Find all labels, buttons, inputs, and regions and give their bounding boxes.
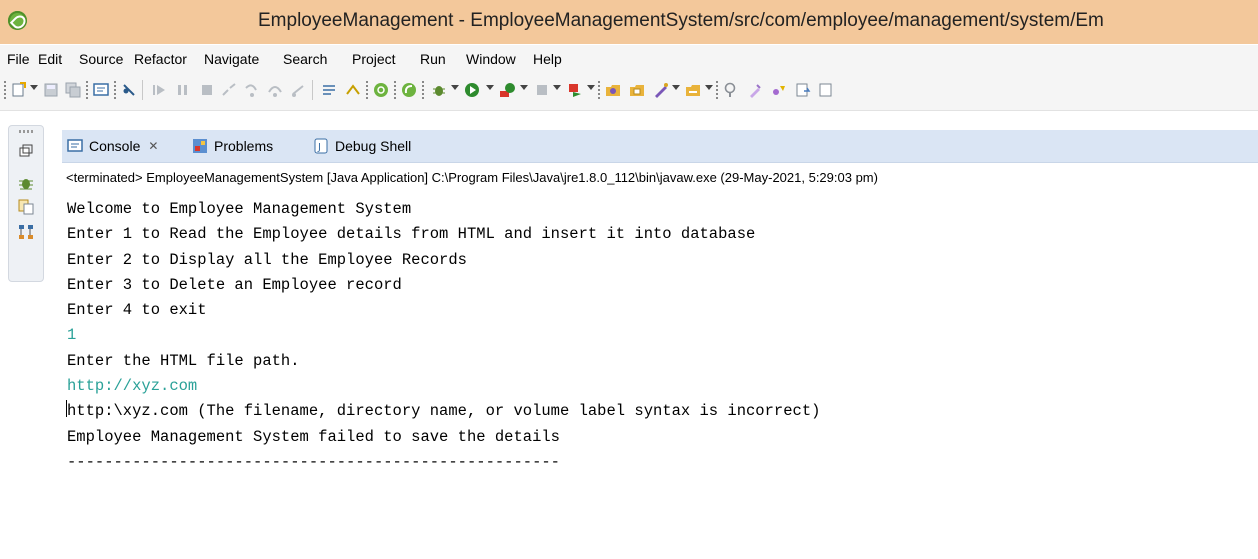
text-caret [66,400,67,417]
terminate-icon[interactable] [198,81,215,98]
step-return-icon[interactable] [289,81,306,98]
tab-problems[interactable]: Problems [192,136,273,156]
console-view: Console ✕ Problems J Debug Shell <termin… [62,130,1258,559]
problems-icon [192,138,208,154]
disconnect-icon[interactable] [220,81,237,98]
step-over-icon[interactable] [266,81,283,98]
tab-label: Debug Shell [335,138,412,154]
spring-tool-suite-icon[interactable] [8,11,27,30]
open-task-icon[interactable] [684,81,701,98]
hierarchy-icon[interactable] [17,223,35,241]
new-package-icon[interactable] [628,81,645,98]
stop-dropdown-icon[interactable] [553,85,561,90]
tab-console[interactable]: Console ✕ [67,136,158,156]
skip-breakpoints-icon[interactable] [120,81,137,98]
menu-search[interactable]: Search [283,51,327,67]
debug-dropdown-icon[interactable] [451,85,459,90]
save-all-icon[interactable] [64,81,81,98]
tab-label: Console [89,138,141,154]
java-shell-icon: J [313,138,329,154]
menu-source[interactable]: Source [79,51,123,67]
console-output-line: Enter the HTML file path. [67,351,300,370]
external-tools-icon[interactable] [566,81,583,98]
console-icon[interactable] [92,81,109,98]
new-icon[interactable] [10,81,27,98]
console-output-line: Welcome to Employee Management System [67,200,412,218]
stop-icon[interactable] [533,81,550,98]
toolbar-grip [114,81,116,99]
external-tools-dropdown-icon[interactable] [587,85,595,90]
restore-icon[interactable] [17,142,35,160]
menu-project[interactable]: Project [352,51,396,67]
run-icon[interactable] [463,81,480,98]
menu-window[interactable]: Window [466,51,516,67]
new-dropdown-icon[interactable] [30,85,38,90]
view-tab-bar: Console ✕ Problems J Debug Shell [62,130,1258,163]
next-annotation-icon[interactable] [817,81,834,98]
run-dropdown-icon[interactable] [486,85,494,90]
console-output-line: Enter 2 to Display all the Employee Reco… [67,250,467,269]
toolbar-grip [598,81,600,99]
minimized-views-trim [8,125,44,282]
toolbar-grip [86,81,88,99]
save-icon[interactable] [42,81,59,98]
window-title: EmployeeManagement - EmployeeManagementS… [258,10,1104,31]
suspend-icon[interactable] [174,81,191,98]
toolbar-separator [142,80,143,100]
pin-icon[interactable] [746,81,763,98]
toolbar-grip[interactable] [4,81,6,99]
toolbar-grip [716,81,718,99]
console-input-line: 1 [67,326,77,345]
bug-icon[interactable] [17,174,35,192]
toolbar-grip [366,81,368,99]
boot-dashboard-icon[interactable] [372,81,389,98]
last-edit-icon[interactable] [794,81,811,98]
console-output-line: http:\xyz.com (The filename, directory n… [67,402,821,421]
menu-navigate[interactable]: Navigate [204,51,259,67]
console-output-line: Enter 3 to Delete an Employee record [67,275,402,294]
step-into-icon[interactable] [243,81,260,98]
menu-run[interactable]: Run [420,51,446,67]
new-java-project-icon[interactable] [604,81,621,98]
toolbar-separator [312,80,313,100]
tab-label: Problems [214,138,274,154]
copy-icon[interactable] [17,198,35,216]
open-task-dropdown-icon[interactable] [705,85,713,90]
annotation-icon[interactable] [770,81,787,98]
console-process-description: <terminated> EmployeeManagementSystem [J… [66,170,878,185]
use-step-filters-icon[interactable] [344,81,361,98]
menu-file[interactable]: File [7,51,30,67]
search-icon[interactable] [722,81,739,98]
menu-refactor[interactable]: Refactor [134,51,187,67]
open-type-dropdown-icon[interactable] [672,85,680,90]
menu-help[interactable]: Help [533,51,562,67]
console-output[interactable]: Welcome to Employee Management System Ent… [67,197,820,475]
console-input-line: http://xyz.com [67,377,198,396]
close-icon[interactable]: ✕ [148,139,158,153]
console-output-line: Employee Management System failed to sav… [67,427,560,446]
spring-icon[interactable] [400,81,417,98]
drop-to-frame-icon[interactable] [320,81,337,98]
main-toolbar [0,72,1258,111]
menu-edit[interactable]: Edit [38,51,62,67]
tab-debug-shell[interactable]: J Debug Shell [313,136,411,156]
coverage-icon[interactable] [498,81,515,98]
debug-icon[interactable] [430,81,447,98]
coverage-dropdown-icon[interactable] [520,85,528,90]
open-type-icon[interactable] [652,81,669,98]
toolbar-grip [422,81,424,99]
console-output-line: Enter 1 to Read the Employee details fro… [67,225,756,244]
resume-icon[interactable] [150,81,167,98]
console-output-line: Enter 4 to exit [67,301,207,320]
svg-text:J: J [317,142,321,153]
trim-handle[interactable] [19,130,33,133]
title-bar: EmployeeManagement - EmployeeManagementS… [0,0,1258,44]
toolbar-grip [394,81,396,99]
console-icon [67,138,83,154]
console-output-line: ----------------------------------------… [67,452,560,471]
menu-bar: File Edit Source Refactor Navigate Searc… [0,45,1258,72]
